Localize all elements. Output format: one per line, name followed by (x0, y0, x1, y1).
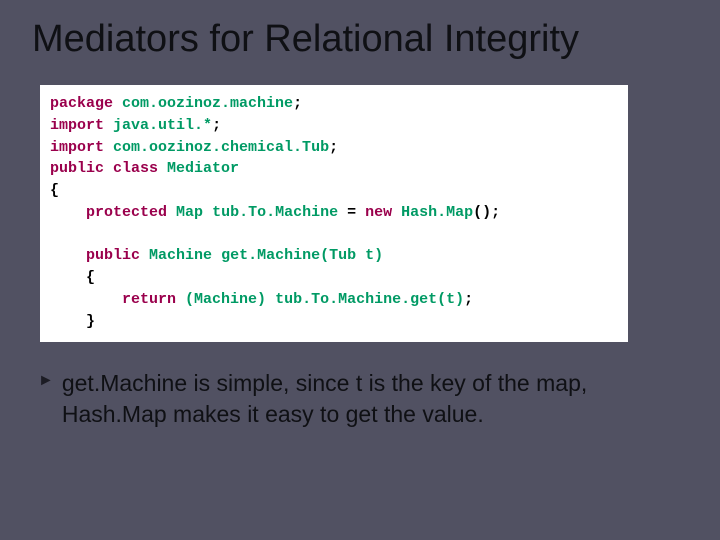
code-keyword: return (122, 291, 176, 308)
code-keyword: package (50, 95, 113, 112)
code-keyword: new (365, 204, 392, 221)
code-ident: java.util.* (113, 117, 212, 134)
code-ctor: Hash.Map (401, 204, 473, 221)
code-brace: } (86, 313, 95, 330)
code-brace: { (50, 182, 59, 199)
code-var: tub.To.Machine (212, 204, 338, 221)
code-ident: Mediator (167, 160, 239, 177)
code-keyword: import (50, 117, 104, 134)
slide-title: Mediators for Relational Integrity (32, 18, 696, 61)
slide: Mediators for Relational Integrity packa… (0, 0, 720, 540)
code-cast: (Machine) (185, 291, 266, 308)
code-block: package com.oozinoz.machine; import java… (40, 85, 628, 342)
code-params: (Tub t) (320, 247, 383, 264)
code-keyword: public (86, 247, 140, 264)
code-expr: tub.To.Machine.get(t) (275, 291, 464, 308)
bullet-text: get.Machine is simple, since t is the ke… (62, 368, 676, 430)
code-type: Machine (149, 247, 212, 264)
bullet-item: ► get.Machine is simple, since t is the … (38, 368, 676, 430)
bullet-marker-icon: ► (38, 372, 54, 390)
code-package: com.oozinoz.machine (122, 95, 293, 112)
code-keyword: protected (86, 204, 167, 221)
code-type: Map (176, 204, 203, 221)
code-keyword: import (50, 139, 104, 156)
code-keyword: public class (50, 160, 158, 177)
code-brace: { (86, 269, 95, 286)
code-method: get.Machine (221, 247, 320, 264)
code-ident: com.oozinoz.chemical.Tub (113, 139, 329, 156)
